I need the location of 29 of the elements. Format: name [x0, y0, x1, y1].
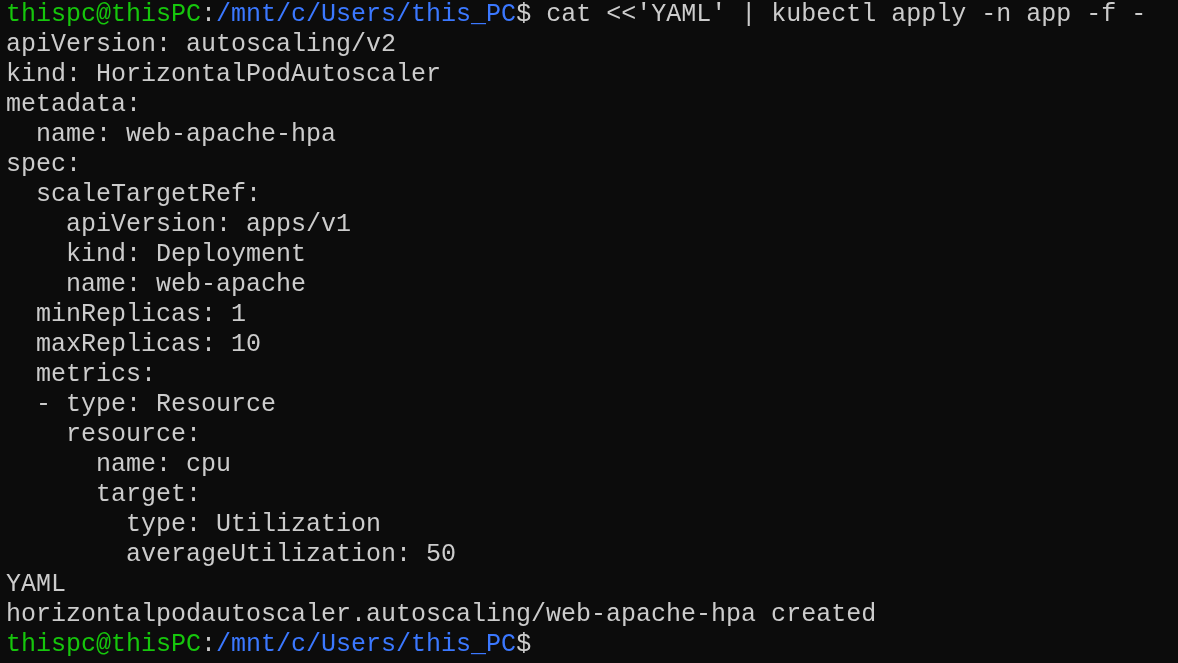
output-line: resource: [65, 420, 202, 449]
output-line: YAML [6, 570, 66, 599]
prompt-symbol: $ [516, 630, 532, 659]
output-line: spec: [6, 150, 81, 179]
command-text: cat <<'YAML' | kubectl apply -n app -f - [545, 0, 1147, 29]
output-line: kind: Deployment [65, 240, 307, 269]
prompt-path: /mnt/c/Users/this_PC [216, 630, 517, 659]
output-line: name: web-apache-hpa [35, 120, 337, 149]
output-line: metadata: [6, 90, 142, 119]
prompt-symbol: $ [516, 0, 532, 29]
output-line: type: Utilization [125, 510, 382, 539]
output-line: kind: HorizontalPodAutoscaler [6, 60, 442, 89]
output-line: horizontalpodautoscaler.autoscaling/web-apache-hpa created [6, 600, 877, 629]
output-line: averageUtilization: 50 [125, 540, 457, 569]
output-line: apiVersion: autoscaling/v2 [6, 30, 397, 59]
output-line: name: cpu [95, 450, 232, 479]
output-line: apiVersion: apps/v1 [65, 210, 352, 239]
prompt-user: thispc@thisPC [6, 0, 202, 29]
output-line: scaleTargetRef: [35, 180, 262, 209]
output-line: maxReplicas: 10 [35, 330, 262, 359]
prompt-user: thispc@thisPC [6, 630, 202, 659]
output-line: name: web-apache [65, 270, 307, 299]
prompt-path: /mnt/c/Users/this_PC [216, 0, 517, 29]
prompt-separator: : [201, 630, 217, 659]
output-line: minReplicas: 1 [35, 300, 247, 329]
output-line: target: [95, 480, 202, 509]
output-line: metrics: [35, 360, 157, 389]
output-line: - type: Resource [35, 390, 277, 419]
prompt-separator: : [201, 0, 217, 29]
